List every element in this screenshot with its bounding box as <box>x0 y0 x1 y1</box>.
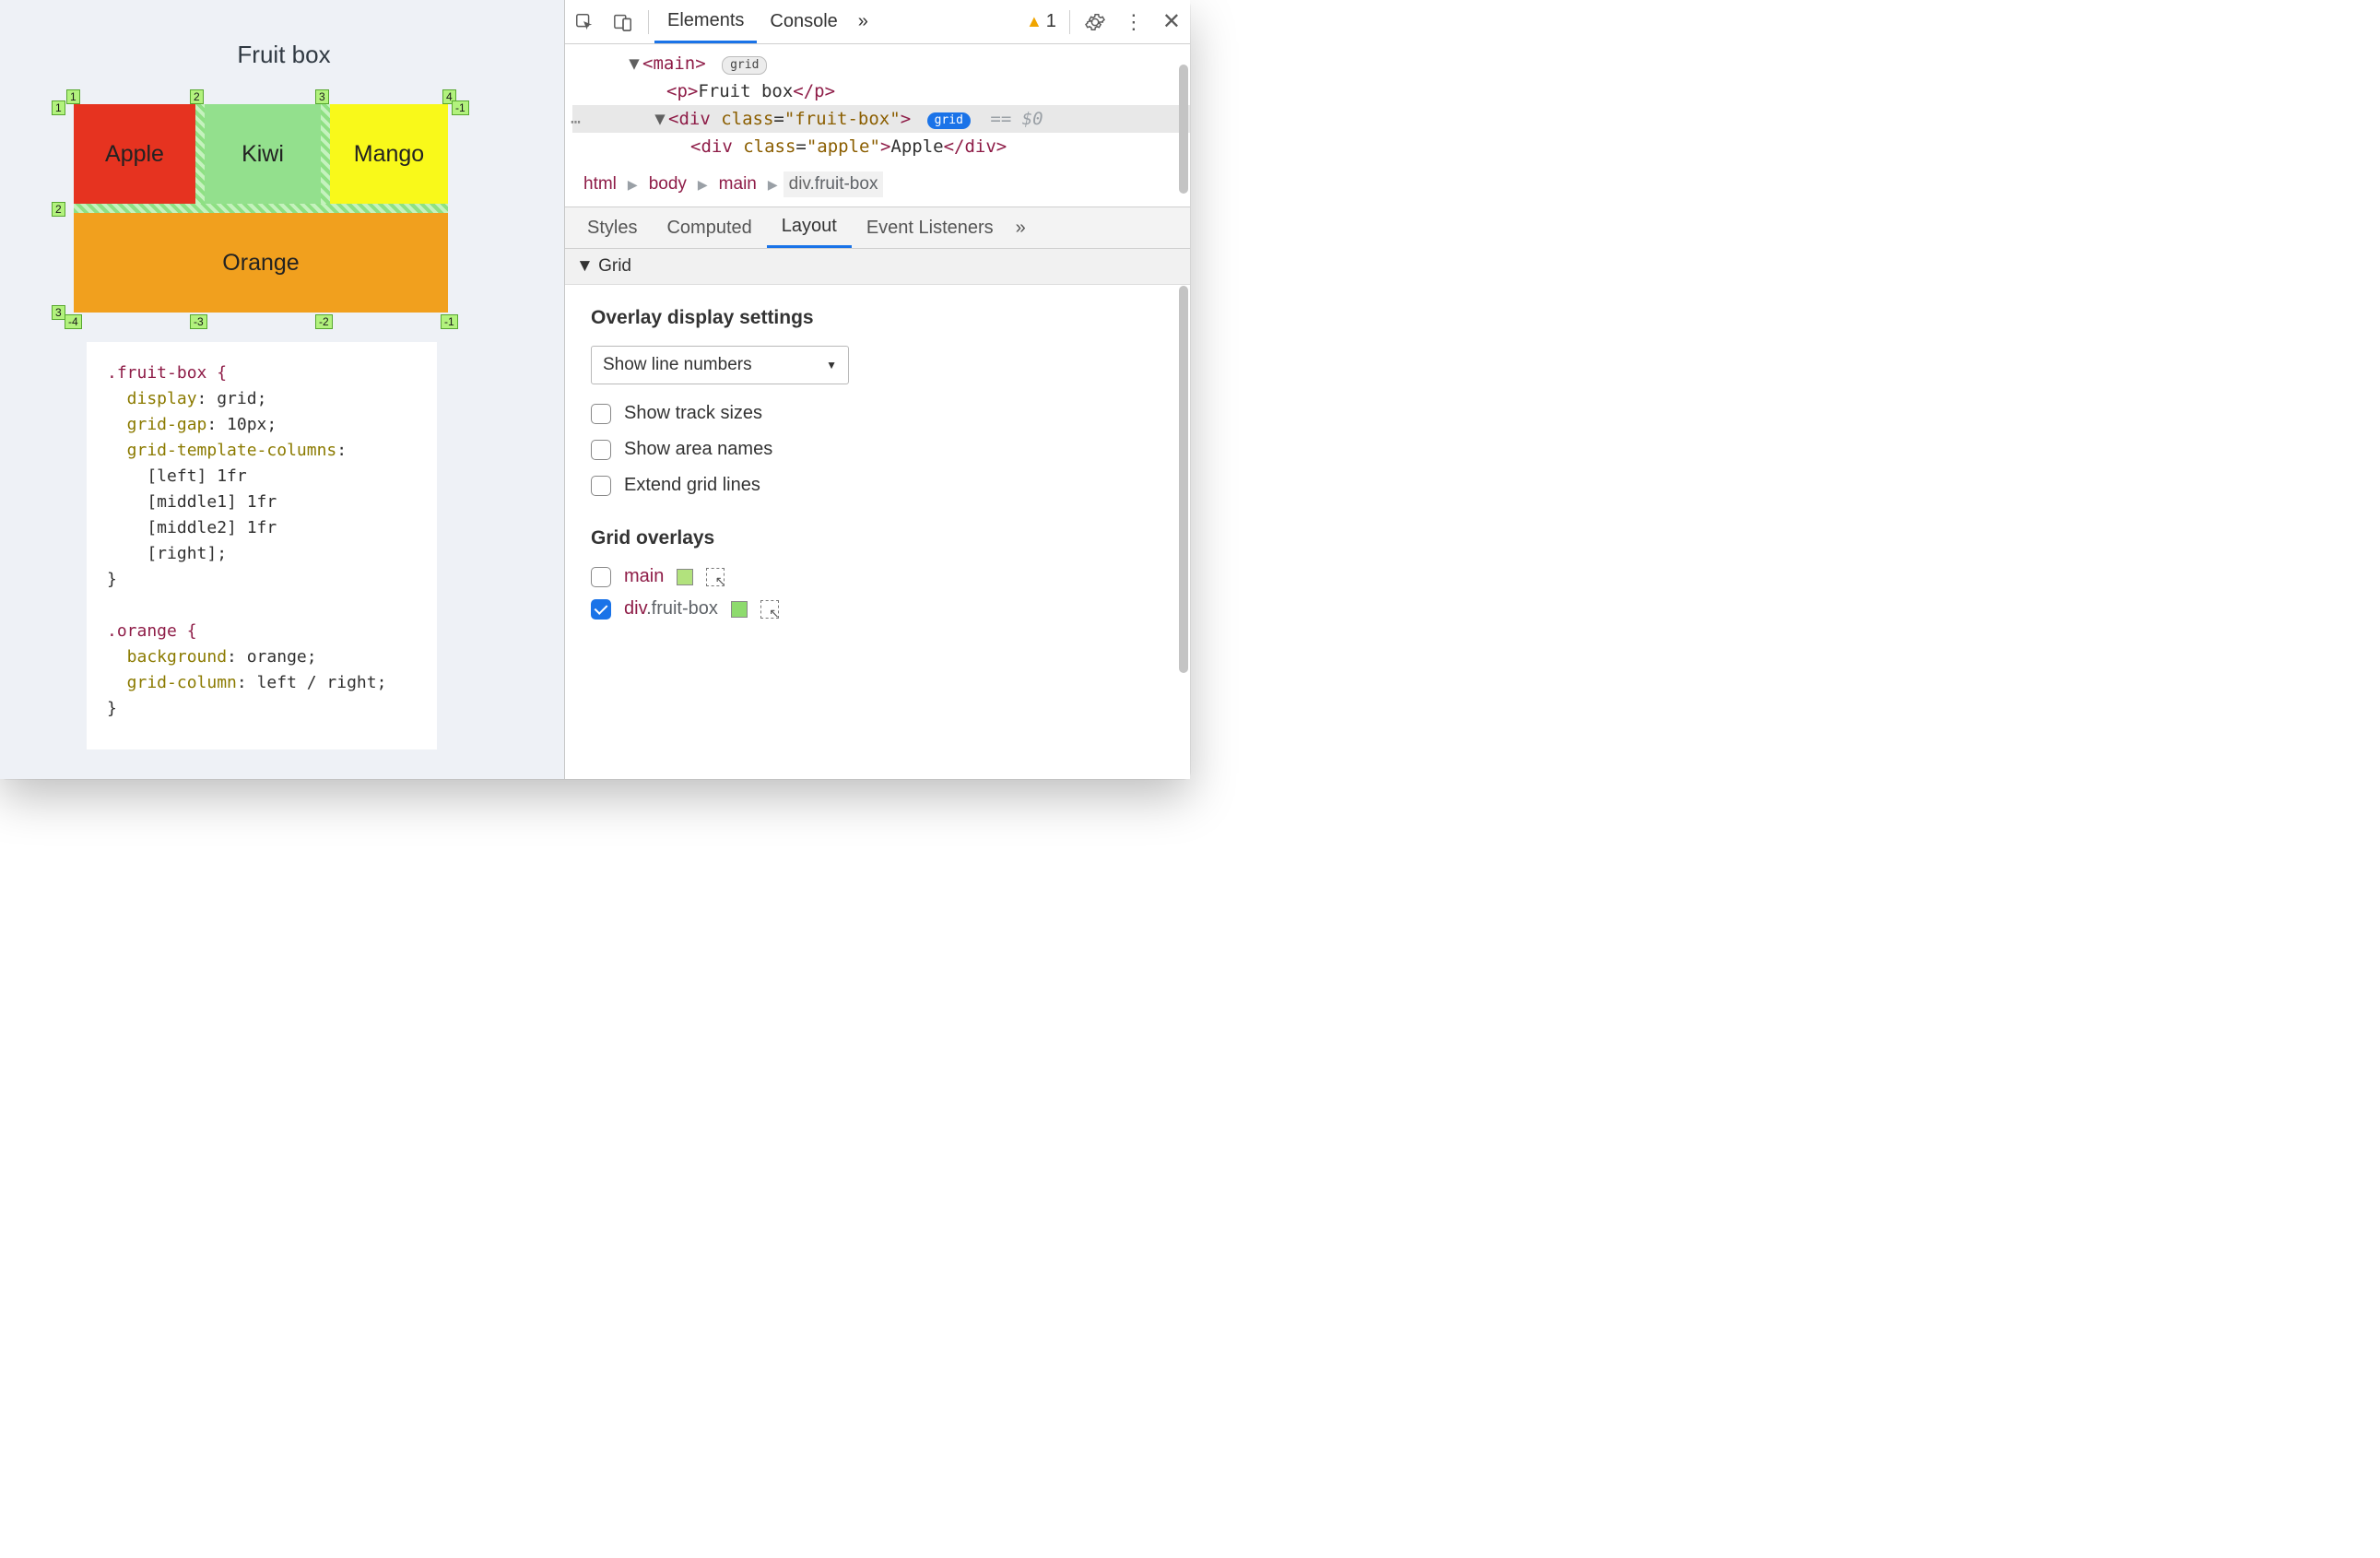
reveal-element-icon[interactable] <box>706 568 725 586</box>
dom-node-p[interactable]: <p>Fruit box</p> <box>572 77 1190 105</box>
checkbox-label: Show area names <box>624 439 772 460</box>
gear-icon[interactable] <box>1076 0 1114 43</box>
cell-apple: Apple <box>74 104 195 204</box>
dollar-zero: == $0 <box>990 109 1043 129</box>
tab-elements[interactable]: Elements <box>654 0 757 43</box>
line-number: -1 <box>441 314 458 329</box>
line-number: 3 <box>315 89 329 104</box>
dom-node-main[interactable]: ▼<main> grid <box>572 50 1190 77</box>
checkbox-track-sizes[interactable]: Show track sizes <box>591 403 1183 424</box>
styles-panel-tabs: Styles Computed Layout Event Listeners » <box>565 207 1190 249</box>
tab-event-listeners[interactable]: Event Listeners <box>852 207 1008 248</box>
line-number: 1 <box>52 100 65 115</box>
reveal-element-icon[interactable] <box>760 600 779 619</box>
kebab-icon[interactable]: ⋮ <box>1114 0 1153 43</box>
color-swatch[interactable] <box>731 601 748 618</box>
checkbox-label: Extend grid lines <box>624 475 760 496</box>
page-title: Fruit box <box>52 41 516 69</box>
dom-tree[interactable]: ▼<main> grid <p>Fruit box</p> ▼<div clas… <box>565 44 1190 166</box>
subtabs-overflow[interactable]: » <box>1008 207 1033 248</box>
crumb-html[interactable]: html <box>578 171 622 197</box>
checkbox-icon[interactable] <box>591 404 611 424</box>
device-toggle-icon[interactable] <box>604 0 642 43</box>
tabs-overflow[interactable]: » <box>851 0 876 43</box>
grid-badge-active[interactable]: grid <box>927 112 971 129</box>
line-number: 2 <box>52 202 65 217</box>
cell-kiwi: Kiwi <box>205 104 321 204</box>
scrollbar-thumb[interactable] <box>1179 286 1188 673</box>
grid-gutter <box>74 204 448 213</box>
cell-orange: Orange <box>74 213 448 313</box>
line-number: -2 <box>315 314 333 329</box>
css-source: .fruit-box { display: grid; grid-gap: 10… <box>87 342 437 749</box>
tab-styles[interactable]: Styles <box>572 207 652 248</box>
overlay-name[interactable]: main <box>624 566 664 587</box>
checkbox-icon[interactable] <box>591 476 611 496</box>
rendered-page-pane: Fruit box Apple Kiwi Mango Orange 1 2 3 … <box>0 0 564 779</box>
color-swatch[interactable] <box>677 569 693 585</box>
inspect-icon[interactable] <box>565 0 604 43</box>
dom-node-apple[interactable]: <div class="apple">Apple</div> <box>572 133 1190 160</box>
grid-overlays-title: Grid overlays <box>591 527 1183 549</box>
chevron-down-icon: ▼ <box>826 359 837 372</box>
devtools-pane: Elements Console » ▲ 1 ⋮ ✕ ▼<main> grid … <box>564 0 1190 779</box>
close-icon[interactable]: ✕ <box>1153 0 1190 43</box>
tab-console[interactable]: Console <box>757 0 850 43</box>
checkbox-icon[interactable] <box>591 567 611 587</box>
dom-node-fruit-box[interactable]: ▼<div class="fruit-box"> grid == $0 <box>572 105 1190 133</box>
checkbox-icon[interactable] <box>591 440 611 460</box>
line-number: -3 <box>190 314 207 329</box>
overlay-name[interactable]: div.fruit-box <box>624 598 718 620</box>
overlay-row-main[interactable]: main <box>591 566 1183 587</box>
crumb-div-fruit-box[interactable]: div.fruit-box <box>784 171 884 197</box>
line-number: -1 <box>452 100 469 115</box>
devtools-toolbar: Elements Console » ▲ 1 ⋮ ✕ <box>565 0 1190 44</box>
checkbox-label: Show track sizes <box>624 403 762 424</box>
scrollbar[interactable] <box>1179 65 1188 770</box>
tab-computed[interactable]: Computed <box>652 207 766 248</box>
warnings-badge[interactable]: ▲ 1 <box>1026 11 1056 32</box>
warning-count: 1 <box>1046 11 1056 32</box>
line-number: 2 <box>190 89 204 104</box>
line-number: 1 <box>66 89 80 104</box>
grid-badge[interactable]: grid <box>722 56 767 75</box>
grid-section-header[interactable]: ▼ Grid <box>565 249 1190 285</box>
layout-panel-body: Overlay display settings Show line numbe… <box>565 285 1190 779</box>
tab-layout[interactable]: Layout <box>767 207 852 248</box>
overlay-row-fruit-box[interactable]: div.fruit-box <box>591 598 1183 620</box>
scrollbar-thumb[interactable] <box>1179 65 1188 194</box>
breadcrumb[interactable]: html▶ body▶ main▶ div.fruit-box <box>565 166 1190 207</box>
line-numbers-select[interactable]: Show line numbers▼ <box>591 346 849 384</box>
warning-icon: ▲ <box>1026 12 1043 31</box>
cell-mango: Mango <box>330 104 448 204</box>
line-number: 3 <box>52 305 65 320</box>
checkbox-icon[interactable] <box>591 599 611 620</box>
overlay-settings-title: Overlay display settings <box>591 307 1183 329</box>
line-number: -4 <box>65 314 82 329</box>
crumb-main[interactable]: main <box>713 171 762 197</box>
checkbox-area-names[interactable]: Show area names <box>591 439 1183 460</box>
crumb-body[interactable]: body <box>643 171 692 197</box>
checkbox-extend-lines[interactable]: Extend grid lines <box>591 475 1183 496</box>
fruit-box-grid: Apple Kiwi Mango Orange 1 2 3 4 1 2 3 -1… <box>65 95 459 322</box>
